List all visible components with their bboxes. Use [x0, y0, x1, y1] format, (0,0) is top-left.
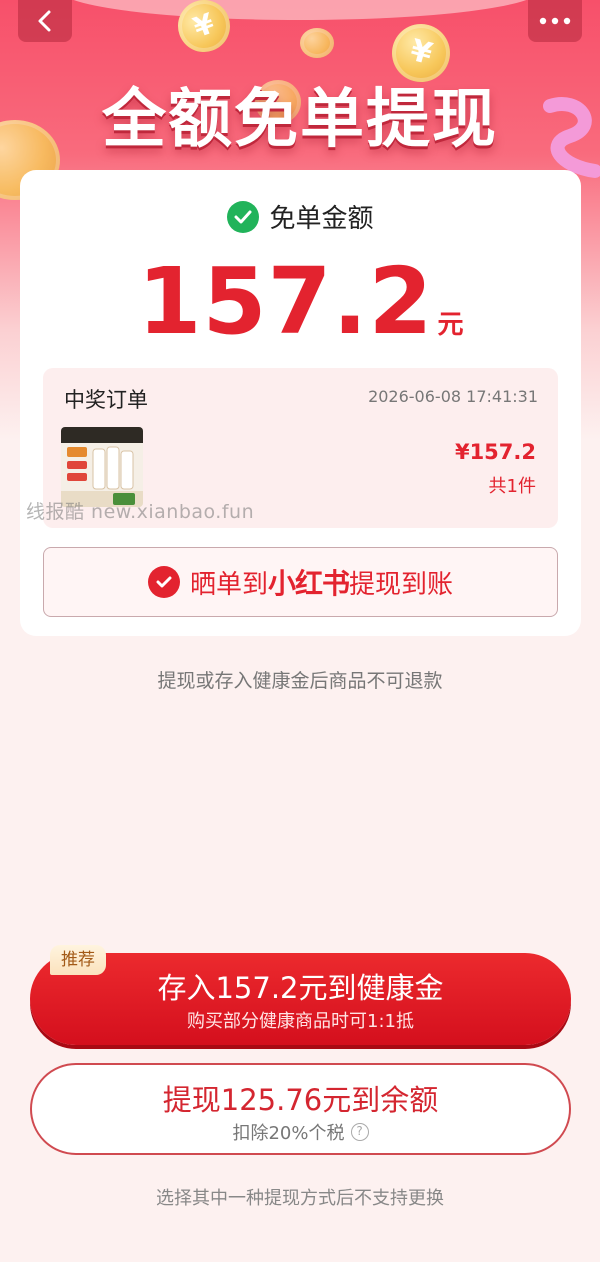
order-title: 中奖订单 — [64, 388, 148, 412]
refund-amount: 157.2 — [137, 248, 434, 355]
refund-label-row: 免单金额 — [20, 198, 581, 235]
withdraw-balance-button[interactable]: 提现125.76元到余额 扣除20%个税 ? — [30, 1063, 571, 1155]
choice-note: 选择其中一种提现方式后不支持更换 — [156, 1188, 444, 1209]
refund-amount-row: 157.2 元 — [20, 248, 581, 355]
xiaohongshu-brand: 小红书 — [267, 567, 350, 600]
order-price: ¥157.2 — [454, 440, 536, 464]
help-icon[interactable]: ? — [350, 1123, 369, 1141]
share-prefix: 晒单到 — [189, 570, 268, 600]
withdraw-main-label: 提现125.76元到余额 — [162, 1083, 439, 1117]
refund-label: 免单金额 — [269, 204, 374, 234]
more-button[interactable] — [528, 0, 582, 42]
more-dots-icon — [539, 17, 571, 25]
deposit-health-fund-button[interactable]: 存入157.2元到健康金 购买部分健康商品时可1:1抵 — [30, 953, 571, 1045]
deposit-sub-label: 购买部分健康商品时可1:1抵 — [187, 1011, 414, 1032]
refund-amount-unit: 元 — [437, 310, 464, 340]
watermark: 线报酷 new.xianbao.fun — [26, 501, 255, 523]
chevron-left-icon — [38, 10, 51, 32]
withdraw-sub-row: 扣除20%个税 ? — [32, 1119, 569, 1145]
share-label: 晒单到小红书提现到账 — [190, 562, 453, 602]
coin-icon — [300, 28, 334, 58]
recommend-tag: 推荐 — [50, 945, 106, 975]
check-icon — [227, 200, 260, 233]
back-button[interactable] — [18, 0, 72, 42]
refund-note: 提现或存入健康金后商品不可退款 — [157, 670, 443, 692]
withdraw-sub-label: 扣除20%个税 — [232, 1123, 345, 1144]
order-count: 共1件 — [488, 476, 536, 497]
hero-title: 全额免单提现 — [102, 83, 498, 157]
share-suffix: 提现到账 — [349, 570, 454, 600]
check-icon — [147, 566, 180, 598]
share-to-xiaohongshu-button[interactable]: 晒单到小红书提现到账 — [43, 547, 558, 617]
order-time: 2026-06-08 17:41:31 — [368, 387, 538, 406]
refund-card: 免单金额 157.2 元 中奖订单 2026-06-08 17:41:31 ¥15… — [20, 170, 581, 636]
deposit-main-label: 存入157.2元到健康金 — [157, 971, 444, 1005]
product-image[interactable] — [61, 427, 143, 507]
hero-arc-decoration — [60, 0, 540, 20]
